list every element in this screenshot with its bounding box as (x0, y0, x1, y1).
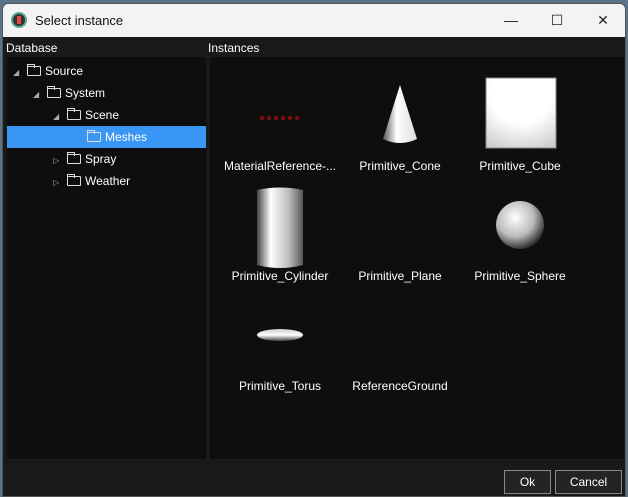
folder-icon (47, 86, 61, 98)
tree-node-spray[interactable]: ▷ Spray (7, 148, 116, 170)
tree-node-label: Spray (85, 152, 117, 166)
close-button[interactable]: ✕ (580, 4, 625, 37)
instance-label: Primitive_Cone (359, 159, 441, 173)
none-thumbnail-icon (340, 295, 460, 375)
instance-label: Primitive_Plane (358, 269, 442, 283)
instance-label: Primitive_Cube (479, 159, 561, 173)
folder-icon (67, 152, 81, 164)
none-thumbnail-icon (340, 185, 460, 265)
dots-thumbnail-icon (220, 75, 340, 155)
cylinder-thumbnail-icon (220, 185, 340, 268)
tree-node-source[interactable]: ◢ Source (7, 60, 83, 82)
tree-node-weather[interactable]: ▷ Weather (7, 170, 130, 192)
instances-grid: MaterialReference-... Primitive_Cone Primi… (210, 57, 624, 459)
torus-thumbnail-icon (220, 295, 340, 375)
instance-item[interactable]: Primitive_Cube (460, 75, 580, 173)
tree-node-scene[interactable]: ◢ Scene (7, 104, 119, 126)
instance-item[interactable]: Primitive_Plane (340, 185, 460, 283)
instance-item[interactable]: Primitive_Cylinder (220, 185, 340, 283)
tree-node-label: Meshes (105, 130, 148, 144)
sphere-thumbnail-icon (460, 185, 580, 265)
expand-arrow-icon[interactable]: ◢ (13, 62, 25, 84)
expand-arrow-icon[interactable]: ▷ (53, 150, 65, 172)
cancel-button[interactable]: Cancel (555, 470, 622, 494)
expand-arrow-icon[interactable]: ◢ (53, 106, 65, 128)
cube-thumbnail-icon (460, 75, 580, 155)
folder-icon (67, 174, 81, 186)
select-instance-dialog: Select instance — ☐ ✕ Database Instances… (2, 3, 626, 497)
title-bar: Select instance — ☐ ✕ (3, 4, 625, 37)
instance-label: ReferenceGround (352, 379, 448, 393)
expand-arrow-icon[interactable]: ◢ (33, 84, 45, 106)
app-icon (11, 12, 27, 28)
database-header: Database (6, 41, 58, 55)
instance-item[interactable]: ReferenceGround (340, 295, 460, 393)
tree-node-label: Scene (85, 108, 120, 122)
folder-icon (87, 130, 101, 142)
minimize-button[interactable]: — (488, 4, 534, 37)
instance-item[interactable]: Primitive_Torus (220, 295, 340, 393)
instance-label: Primitive_Sphere (474, 269, 566, 283)
expand-arrow-icon[interactable]: ▷ (53, 172, 65, 194)
window-title: Select instance (35, 13, 124, 28)
instance-label: MaterialReference-... (223, 159, 337, 173)
tree-node-label: Source (45, 64, 84, 78)
tree-node-label: Weather (85, 174, 131, 188)
instance-item[interactable]: Primitive_Cone (340, 75, 460, 173)
instance-item[interactable]: Primitive_Sphere (460, 185, 580, 283)
database-tree: ◢ Source ◢ System ◢ Scene Meshes ▷ Spray ▷ Weather (7, 57, 206, 459)
tree-node-meshes[interactable]: Meshes (7, 126, 206, 148)
instances-header: Instances (208, 41, 260, 55)
cone-thumbnail-icon (340, 75, 460, 155)
folder-icon (67, 108, 81, 120)
instance-label: Primitive_Torus (238, 379, 322, 393)
tree-node-label: System (65, 86, 106, 100)
maximize-button[interactable]: ☐ (534, 4, 580, 37)
tree-node-system[interactable]: ◢ System (7, 82, 105, 104)
instance-item[interactable]: MaterialReference-... (220, 75, 340, 173)
ok-button[interactable]: Ok (504, 470, 551, 494)
dialog-footer: Ok Cancel (3, 459, 625, 496)
folder-icon (27, 64, 41, 76)
